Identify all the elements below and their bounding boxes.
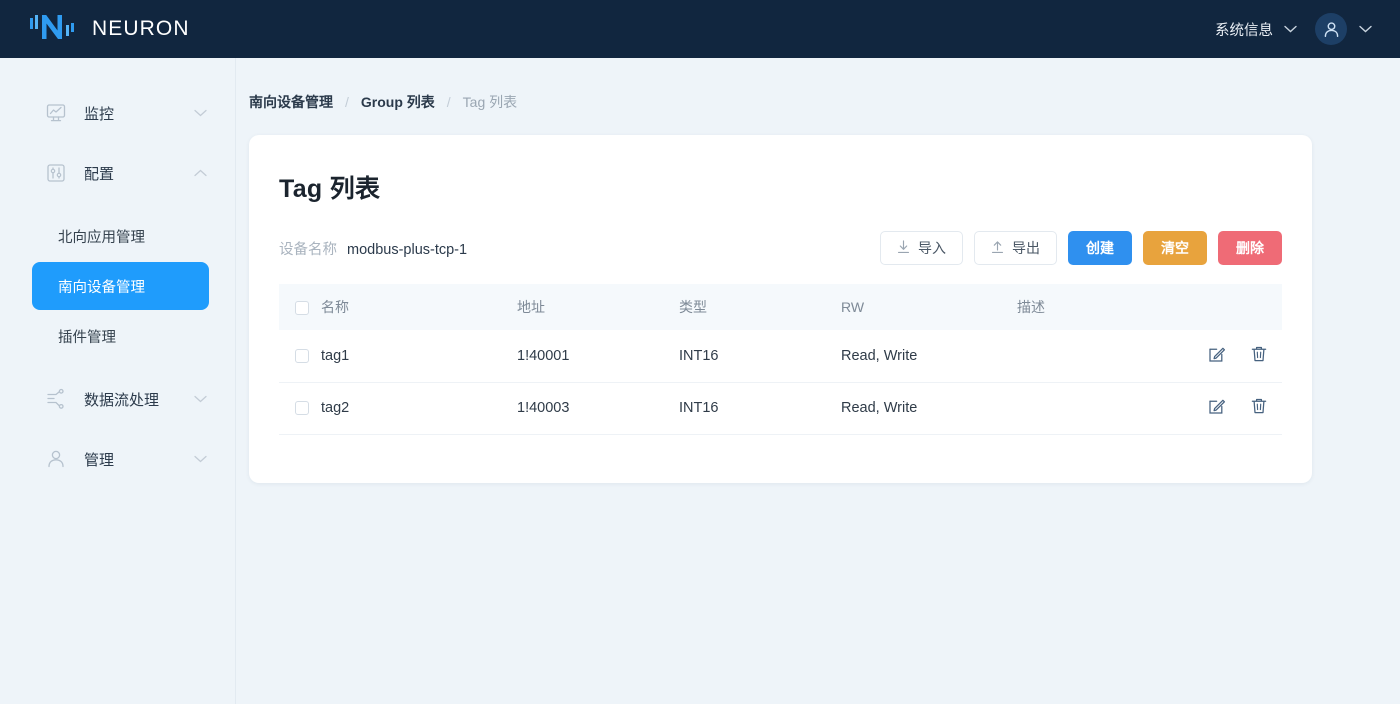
table-body: tag1 1!40001 INT16 Read, Write tag2 1!40… (279, 330, 1282, 435)
device-name-field: 设备名称 modbus-plus-tcp-1 (279, 238, 467, 259)
sidebar-group-dataflow[interactable]: 数据流处理 (0, 378, 235, 420)
tag-list-card: Tag 列表 设备名称 modbus-plus-tcp-1 导入 导出 创建 清… (249, 135, 1312, 483)
chevron-down-icon (1359, 20, 1372, 38)
delete-button[interactable]: 删除 (1218, 231, 1282, 265)
checkbox-icon[interactable] (295, 301, 309, 316)
sidebar-group-config[interactable]: 配置 (0, 152, 235, 194)
column-header-type: 类型 (679, 284, 841, 330)
device-name-label: 设备名称 (279, 241, 337, 258)
clear-all-button[interactable]: 清空 (1143, 231, 1207, 265)
neuron-logo-icon (30, 12, 76, 47)
sidebar-item-plugins[interactable]: 插件管理 (0, 312, 235, 360)
avatar (1315, 13, 1347, 45)
chevron-down-icon (194, 104, 207, 122)
breadcrumb-separator: / (446, 94, 451, 110)
top-header-bar: NEURON 系统信息 (0, 0, 1400, 58)
cell-type: INT16 (679, 382, 841, 435)
trash-icon[interactable] (1250, 345, 1268, 363)
header-right-controls: 系统信息 (1215, 13, 1372, 45)
delete-button-label: 删除 (1236, 240, 1264, 256)
sidebar-group-label: 管理 (84, 451, 115, 469)
monitor-chart-icon (44, 101, 68, 125)
data-flow-icon (44, 387, 68, 411)
chevron-up-icon (194, 164, 207, 182)
table-row[interactable]: tag1 1!40001 INT16 Read, Write (279, 330, 1282, 383)
sidebar-item-label: 插件管理 (58, 329, 116, 346)
sidebar-group-label: 监控 (84, 105, 115, 123)
row-select-cell (279, 382, 321, 435)
edit-pencil-icon[interactable] (1208, 345, 1226, 363)
column-header-name: 名称 (321, 284, 517, 330)
cell-rw: Read, Write (841, 330, 1017, 383)
action-buttons: 导入 导出 创建 清空 删除 (880, 231, 1282, 265)
export-button-label: 导出 (1012, 240, 1040, 256)
breadcrumb-item-tag-list: Tag 列表 (462, 94, 518, 110)
cell-address: 1!40003 (517, 382, 679, 435)
table-head: 名称 地址 类型 RW 描述 (279, 284, 1282, 330)
app-body: 监控 配置 北向应用管理 南向设备管理 插件管理 数据流处理 管理 南向设备管理… (0, 58, 1400, 704)
sidebar-group-label: 配置 (84, 165, 115, 183)
table-header-row: 名称 地址 类型 RW 描述 (279, 284, 1282, 330)
sidebar-item-northbound-apps[interactable]: 北向应用管理 (0, 212, 235, 260)
main-content: 南向设备管理 / Group 列表 / Tag 列表 Tag 列表 设备名称 m… (236, 58, 1400, 704)
column-header-address: 地址 (517, 284, 679, 330)
tag-table: 名称 地址 类型 RW 描述 tag1 1!40001 INT16 Read, … (279, 284, 1282, 435)
checkbox-icon[interactable] (295, 348, 309, 363)
sidebar-item-label: 南向设备管理 (58, 279, 145, 296)
chevron-down-icon (1284, 21, 1297, 37)
user-manage-icon (44, 447, 68, 471)
system-info-menu[interactable]: 系统信息 (1215, 19, 1297, 40)
device-name-value: modbus-plus-tcp-1 (347, 241, 468, 258)
checkbox-icon[interactable] (295, 401, 309, 416)
cell-address: 1!40001 (517, 330, 679, 383)
import-button-label: 导入 (918, 240, 946, 256)
create-button-label: 创建 (1086, 240, 1114, 256)
sliders-config-icon (44, 161, 68, 185)
select-all-cell (279, 284, 321, 330)
column-header-rw: RW (841, 284, 1017, 330)
column-header-actions (1190, 284, 1282, 330)
edit-pencil-icon[interactable] (1208, 397, 1226, 415)
cell-type: INT16 (679, 330, 841, 383)
download-import-icon (897, 239, 910, 257)
cell-description (1017, 330, 1190, 383)
sidebar-group-label: 数据流处理 (84, 391, 160, 409)
create-button[interactable]: 创建 (1068, 231, 1132, 265)
breadcrumb-separator: / (345, 94, 349, 110)
chevron-down-icon (194, 450, 207, 468)
trash-icon[interactable] (1250, 397, 1268, 415)
sidebar-group-admin[interactable]: 管理 (0, 438, 235, 480)
page-title: Tag 列表 (279, 175, 381, 203)
cell-name: tag1 (321, 330, 517, 383)
upload-export-icon (991, 240, 1004, 257)
row-actions-cell (1190, 382, 1282, 435)
sidebar-group-monitor[interactable]: 监控 (0, 92, 235, 134)
card-toolbar: 设备名称 modbus-plus-tcp-1 导入 导出 创建 清空 删除 (279, 231, 1282, 265)
column-header-description: 描述 (1017, 284, 1190, 330)
sidebar-item-label: 北向应用管理 (58, 229, 145, 246)
cell-name: tag2 (321, 382, 517, 435)
row-actions-cell (1190, 330, 1282, 383)
import-button[interactable]: 导入 (880, 231, 963, 265)
sidebar: 监控 配置 北向应用管理 南向设备管理 插件管理 数据流处理 管理 (0, 58, 236, 704)
user-menu[interactable] (1315, 13, 1372, 45)
cell-description (1017, 382, 1190, 435)
table-row[interactable]: tag2 1!40003 INT16 Read, Write (279, 382, 1282, 435)
system-info-label: 系统信息 (1215, 22, 1273, 39)
chevron-down-icon (194, 390, 207, 408)
export-button[interactable]: 导出 (974, 231, 1057, 265)
breadcrumb: 南向设备管理 / Group 列表 / Tag 列表 (249, 92, 1312, 112)
breadcrumb-item-group-list[interactable]: Group 列表 (361, 92, 435, 112)
brand[interactable]: NEURON (30, 12, 190, 47)
brand-name: NEURON (92, 17, 190, 40)
breadcrumb-item-southbound[interactable]: 南向设备管理 (249, 92, 333, 112)
cell-rw: Read, Write (841, 382, 1017, 435)
clear-all-button-label: 清空 (1161, 240, 1189, 256)
row-select-cell (279, 330, 321, 383)
sidebar-item-southbound-devices[interactable]: 南向设备管理 (32, 262, 209, 310)
